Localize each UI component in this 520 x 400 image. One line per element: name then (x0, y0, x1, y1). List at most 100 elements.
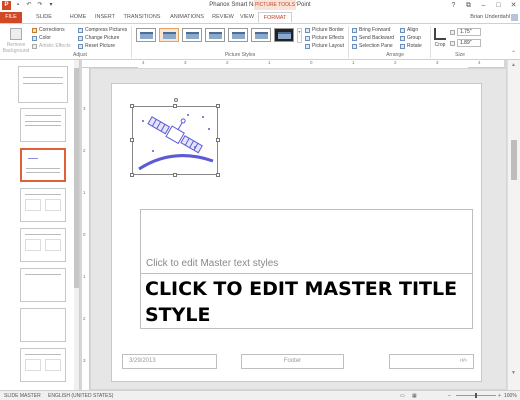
picture-style-2[interactable] (159, 28, 179, 42)
thumbnail-scroll-thumb[interactable] (74, 68, 79, 288)
remove-background-button[interactable]: Remove Background (3, 28, 29, 54)
thumbnail-layout-6[interactable] (20, 308, 66, 342)
slide-number-placeholder[interactable]: ‹#› (389, 354, 474, 369)
picture-style-5[interactable] (228, 28, 248, 42)
title-bar: P ▪ ↶ ↷ ▾ Phanox Smart Navigator - Power… (0, 0, 520, 12)
date-placeholder[interactable]: 3/29/2013 (122, 354, 217, 369)
collapse-ribbon-icon[interactable]: ⌃ (511, 50, 516, 57)
picture-border-icon (305, 27, 310, 33)
tab-format[interactable]: FORMAT (258, 12, 292, 23)
resize-handle-tr[interactable] (216, 104, 220, 108)
ribbon-display-icon[interactable]: ⧉ (464, 1, 473, 10)
tab-animations[interactable]: ANIMATIONS (166, 12, 208, 23)
thumbnail-layout-5[interactable] (20, 268, 66, 302)
scroll-up-icon[interactable]: ▲ (511, 62, 516, 68)
title-placeholder[interactable]: CLICK TO EDIT MASTER TITLE STYLE (140, 273, 473, 329)
tab-transitions[interactable]: TRANSITIONS (120, 12, 164, 23)
resize-handle-b[interactable] (173, 173, 177, 177)
height-field[interactable]: 1.75" (457, 28, 481, 36)
ruler-tick: 1 (268, 60, 271, 65)
resize-handle-t[interactable] (173, 104, 177, 108)
picture-style-7[interactable] (274, 28, 294, 42)
thumbnail-layout-7[interactable] (20, 348, 66, 382)
tab-review[interactable]: REVIEW (210, 12, 236, 23)
thumbnail-layout-4[interactable] (20, 228, 66, 262)
vertical-scroll-thumb[interactable] (511, 140, 517, 180)
zoom-slider-knob[interactable] (475, 393, 477, 398)
zoom-level[interactable]: 100% (504, 393, 517, 399)
slide-sorter-icon[interactable]: ▦ (412, 393, 417, 399)
minimize-button[interactable]: – (479, 1, 488, 10)
crop-button[interactable]: Crop (433, 28, 447, 55)
align-button[interactable]: Align (400, 27, 418, 33)
close-button[interactable]: ✕ (509, 1, 518, 10)
align-icon (400, 27, 405, 33)
picture-style-4[interactable] (205, 28, 225, 42)
master-title-text: CLICK TO EDIT MASTER TITLE STYLE (145, 278, 458, 326)
tab-home[interactable]: HOME (66, 12, 90, 23)
send-backward-button[interactable]: Send Backward (352, 35, 394, 41)
artistic-effects-button[interactable]: Artistic Effects (32, 43, 71, 49)
ruler-tick: 0 (83, 232, 86, 237)
footer-placeholder[interactable]: Footer (241, 354, 344, 369)
ruler-tick: 2 (83, 148, 86, 153)
resize-handle-r[interactable] (216, 138, 220, 142)
body-placeholder-text: Click to edit Master text styles (146, 258, 279, 269)
group-button[interactable]: Group (400, 35, 421, 41)
thumbnail-master[interactable] (18, 66, 68, 103)
artistic-effects-icon (32, 43, 37, 49)
tab-slide-master[interactable]: SLIDE MASTER (24, 12, 64, 31)
resize-handle-br[interactable] (216, 173, 220, 177)
ruler-tick: 4 (142, 60, 145, 65)
thumbnail-layout-1[interactable] (20, 108, 66, 142)
scroll-down-icon[interactable]: ▼ (511, 370, 516, 376)
thumbnail-layout-3[interactable] (20, 188, 66, 222)
zoom-out-icon[interactable]: – (448, 393, 451, 399)
picture-effects-icon (305, 35, 310, 41)
color-button[interactable]: Color (32, 35, 51, 41)
zoom-in-icon[interactable]: + (498, 393, 501, 399)
compress-pictures-button[interactable]: Compress Pictures (78, 27, 127, 33)
resize-handle-tl[interactable] (130, 104, 134, 108)
tab-view[interactable]: VIEW (238, 12, 256, 23)
corrections-button[interactable]: Corrections (32, 27, 65, 33)
width-row: 1.89" (450, 39, 481, 47)
picture-border-button[interactable]: Picture Border (305, 27, 344, 33)
tab-insert[interactable]: INSERT (92, 12, 118, 23)
resize-handle-bl[interactable] (130, 173, 134, 177)
height-icon (450, 29, 455, 35)
picture-effects-button[interactable]: Picture Effects (305, 35, 344, 41)
picture-style-6[interactable] (251, 28, 271, 42)
rotate-button[interactable]: Rotate (400, 43, 422, 49)
picture-style-1[interactable] (136, 28, 156, 42)
slide[interactable]: Click to edit Master text styles CLICK T… (111, 83, 482, 382)
maximize-button[interactable]: □ (494, 1, 503, 10)
slide-thumbnail-pane (0, 60, 80, 390)
bring-forward-button[interactable]: Bring Forward (352, 27, 390, 33)
reset-picture-button[interactable]: Reset Picture (78, 43, 115, 49)
tab-file[interactable]: FILE (0, 12, 22, 23)
satellite-picture[interactable] (130, 98, 220, 177)
ruler-tick: 1 (83, 274, 86, 279)
vertical-scrollbar[interactable]: ▲ ▼ (507, 60, 520, 390)
rotate-handle[interactable] (174, 98, 178, 102)
width-icon (450, 40, 455, 46)
crop-icon (434, 28, 446, 40)
width-field[interactable]: 1.89" (457, 39, 481, 47)
gallery-more-icon[interactable]: ▾ (297, 28, 302, 43)
change-picture-button[interactable]: Change Picture (78, 35, 119, 41)
picture-layout-button[interactable]: Picture Layout (305, 43, 344, 49)
language-status[interactable]: ENGLISH (UNITED STATES) (48, 393, 113, 399)
thumbnail-layout-2[interactable] (20, 148, 66, 182)
selection-pane-button[interactable]: Selection Pane (352, 43, 393, 49)
thumbnail-scrollbar[interactable] (74, 60, 79, 390)
change-picture-icon (78, 35, 83, 41)
user-name[interactable]: Brian Underdahl (470, 14, 510, 20)
help-icon[interactable]: ? (449, 1, 458, 10)
picture-style-3[interactable] (182, 28, 202, 42)
resize-handle-l[interactable] (130, 138, 134, 142)
ruler-tick: 3 (436, 60, 439, 65)
body-placeholder[interactable]: Click to edit Master text styles (140, 209, 473, 274)
avatar[interactable] (511, 14, 518, 21)
normal-view-icon[interactable]: ▭ (400, 393, 405, 399)
